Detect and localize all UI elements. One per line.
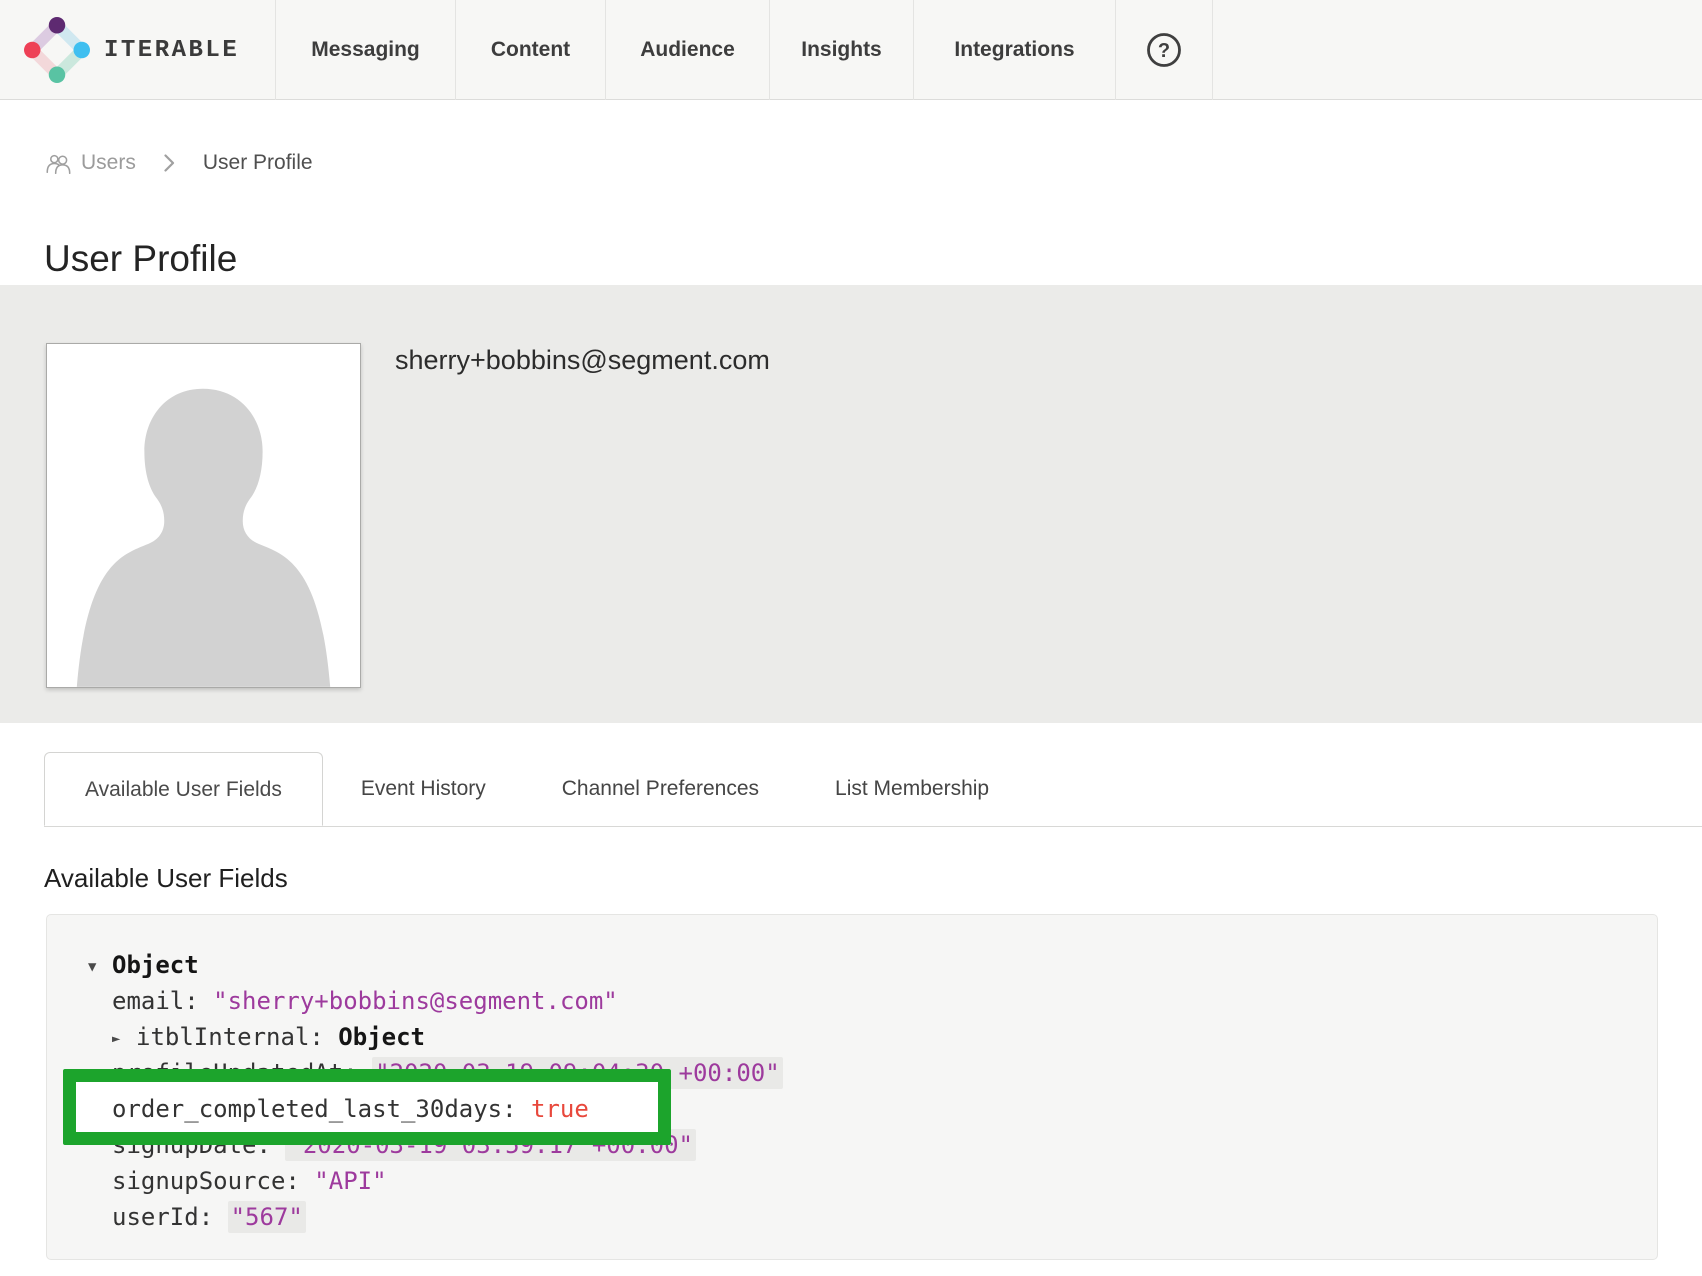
svg-text:?: ?	[1158, 40, 1170, 62]
field-key: userId:	[112, 1203, 228, 1231]
page-title: User Profile	[44, 238, 237, 280]
breadcrumb-current: User Profile	[203, 151, 313, 175]
tab-available-user-fields[interactable]: Available User Fields	[44, 752, 323, 826]
users-icon	[46, 153, 72, 174]
field-value: Object	[112, 951, 199, 979]
tab-event-history[interactable]: Event History	[323, 752, 524, 826]
nav-menu: MessagingContentAudienceInsightsIntegrat…	[275, 0, 1115, 100]
green-highlight-annotation	[63, 1069, 671, 1145]
tree-line-userid: userId: "567"	[112, 1199, 783, 1235]
person-silhouette-icon	[47, 343, 360, 688]
collapse-triangle-icon[interactable]: ▼	[88, 949, 112, 985]
top-nav-bar: ITERABLE MessagingContentAudienceInsight…	[0, 0, 1702, 100]
field-value: "sherry+bobbins@segment.com"	[213, 987, 618, 1015]
tab-bar: Available User FieldsEvent HistoryChanne…	[44, 752, 1702, 827]
field-value: "567"	[228, 1201, 306, 1233]
nav-item-messaging[interactable]: Messaging	[275, 0, 455, 100]
tree-line-signupsource: signupSource: "API"	[112, 1163, 783, 1199]
tree-line-itblinternal: ►itblInternal: Object	[112, 1019, 783, 1055]
tab-list-membership[interactable]: List Membership	[797, 752, 1027, 826]
breadcrumb-users-label: Users	[81, 151, 136, 175]
user-email: sherry+bobbins@segment.com	[395, 342, 770, 378]
tab-channel-preferences[interactable]: Channel Preferences	[524, 752, 797, 826]
help-question-icon: ?	[1145, 31, 1183, 69]
iterable-logo-link[interactable]: ITERABLE	[24, 17, 239, 83]
field-key: itblInternal:	[136, 1023, 338, 1051]
brand-wordmark: ITERABLE	[104, 37, 239, 64]
field-key: signupSource:	[112, 1167, 314, 1195]
tree-line-email: email: "sherry+bobbins@segment.com"	[112, 983, 783, 1019]
avatar-placeholder-image	[46, 343, 361, 688]
chevron-right-icon	[164, 154, 175, 172]
field-value: Object	[338, 1023, 425, 1051]
help-button[interactable]: ?	[1115, 0, 1213, 100]
iterable-logo-icon	[24, 17, 90, 83]
breadcrumb-users-link[interactable]: Users	[46, 151, 136, 175]
expand-arrow-icon[interactable]: ►	[112, 1021, 136, 1057]
breadcrumb: Users User Profile	[46, 140, 313, 186]
nav-item-insights[interactable]: Insights	[769, 0, 913, 100]
available-user-fields-panel: ▼Objectemail: "sherry+bobbins@segment.co…	[46, 914, 1658, 1260]
profile-hero-section: sherry+bobbins@segment.com	[0, 285, 1702, 723]
field-key: email:	[112, 987, 213, 1015]
nav-item-audience[interactable]: Audience	[605, 0, 769, 100]
nav-item-content[interactable]: Content	[455, 0, 605, 100]
iterable-app-window: ITERABLE MessagingContentAudienceInsight…	[0, 0, 1702, 1276]
tree-line-object: ▼Object	[88, 947, 783, 983]
section-heading: Available User Fields	[44, 862, 288, 894]
field-value: "API"	[314, 1167, 386, 1195]
nav-item-integrations[interactable]: Integrations	[913, 0, 1115, 100]
